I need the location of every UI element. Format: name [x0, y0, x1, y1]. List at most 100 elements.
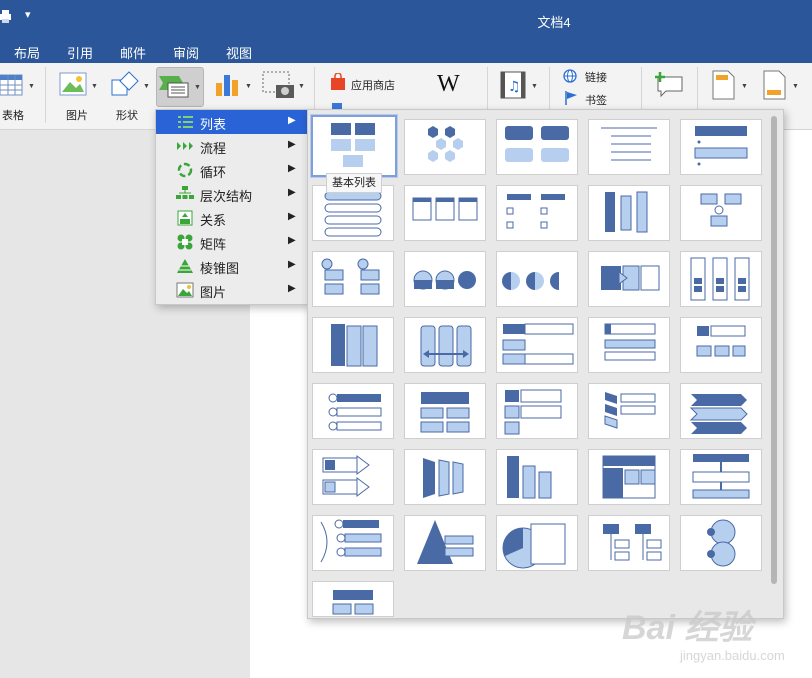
- smartart-layout-thumbnail[interactable]: [312, 251, 394, 307]
- layout-preview-icon: [332, 590, 374, 615]
- matrix-icon: [177, 234, 193, 250]
- list-icon: [178, 116, 193, 128]
- tab-mailings[interactable]: 邮件: [120, 43, 146, 62]
- menu-item-cycle[interactable]: 循环 ▶: [156, 158, 308, 182]
- layout-preview-icon: [700, 193, 742, 227]
- smartart-layout-thumbnail[interactable]: [404, 185, 486, 241]
- smartart-layout-thumbnail[interactable]: [404, 449, 486, 505]
- menu-item-pyramid[interactable]: 棱锥图 ▶: [156, 254, 308, 278]
- gallery-scrollbar[interactable]: [771, 116, 777, 584]
- smartart-icon: [159, 76, 189, 98]
- smartart-layout-thumbnail[interactable]: [496, 251, 578, 307]
- chart-icon: [216, 75, 238, 96]
- bookmark-label: 书签: [585, 95, 607, 107]
- chevron-down-icon: ▼: [298, 83, 305, 90]
- layout-preview-icon: [506, 194, 565, 229]
- menu-item-label: 循环: [200, 165, 227, 180]
- smartart-layout-thumbnail[interactable]: [312, 317, 394, 373]
- footer-icon[interactable]: [763, 70, 787, 100]
- layout-preview-icon: [601, 127, 657, 161]
- submenu-arrow-icon: ▶: [288, 139, 296, 150]
- layout-preview-icon: [504, 389, 562, 435]
- smartart-layout-thumbnail[interactable]: [496, 185, 578, 241]
- watermark-logo: Bai 经验: [622, 609, 753, 647]
- globe-link-icon: [563, 69, 577, 83]
- smartart-layout-thumbnail[interactable]: [404, 119, 486, 175]
- menu-item-relationship[interactable]: 关系 ▶: [156, 206, 308, 230]
- smartart-layout-thumbnail[interactable]: [404, 317, 486, 373]
- header-icon[interactable]: [712, 70, 736, 100]
- smartart-layout-thumbnail[interactable]: [680, 251, 762, 307]
- smartart-layout-thumbnail[interactable]: [588, 251, 670, 307]
- smartart-layout-thumbnail[interactable]: [404, 515, 486, 571]
- smartart-layout-thumbnail[interactable]: [680, 119, 762, 175]
- layout-preview-icon: [331, 324, 378, 367]
- smartart-layout-thumbnail[interactable]: [680, 185, 762, 241]
- picture-icon: [59, 72, 87, 96]
- layout-preview-icon: [696, 325, 746, 357]
- process-icon: [177, 142, 193, 150]
- svg-text:♫: ♫: [508, 79, 521, 95]
- menu-item-picture[interactable]: 图片 ▶: [156, 278, 308, 302]
- smartart-layout-thumbnail[interactable]: [312, 185, 394, 241]
- layout-preview-icon: [321, 258, 380, 295]
- smartart-layout-thumbnail[interactable]: [312, 383, 394, 439]
- tab-view[interactable]: 视图: [226, 43, 252, 62]
- smartart-layout-thumbnail[interactable]: [496, 449, 578, 505]
- menu-item-list[interactable]: 列表 ▶: [156, 110, 308, 134]
- smartart-layout-thumbnail[interactable]: [588, 449, 670, 505]
- menu-item-label: 关系: [200, 213, 227, 228]
- menu-item-process[interactable]: 流程 ▶: [156, 134, 308, 158]
- menu-item-label: 矩阵: [200, 237, 227, 252]
- smartart-layout-thumbnail[interactable]: [404, 251, 486, 307]
- smartart-layout-thumbnail[interactable]: [312, 515, 394, 571]
- smartart-layout-thumbnail[interactable]: [496, 515, 578, 571]
- smartart-layout-thumbnail[interactable]: [588, 185, 670, 241]
- smartart-layout-thumbnail[interactable]: [588, 119, 670, 175]
- smartart-layout-thumbnail[interactable]: [312, 581, 394, 617]
- smartart-layout-thumbnail[interactable]: [588, 515, 670, 571]
- title-bar: ▾ 文档4: [0, 0, 812, 40]
- smartart-layout-thumbnail[interactable]: [588, 383, 670, 439]
- layout-preview-icon: [604, 323, 656, 361]
- smartart-layout-thumbnail[interactable]: [404, 383, 486, 439]
- smartart-layout-thumbnail[interactable]: [588, 317, 670, 373]
- tab-references[interactable]: 引用: [67, 43, 93, 62]
- link-label: 链接: [585, 72, 607, 84]
- menu-item-label: 流程: [200, 141, 227, 156]
- picture-icon: [176, 282, 194, 298]
- smartart-layout-basic-list[interactable]: [311, 115, 397, 177]
- smartart-layout-thumbnail[interactable]: [496, 317, 578, 373]
- chevron-down-icon: ▼: [143, 83, 150, 90]
- submenu-arrow-icon: ▶: [288, 187, 296, 198]
- menu-item-matrix[interactable]: 矩阵 ▶: [156, 230, 308, 254]
- submenu-arrow-icon: ▶: [288, 163, 296, 174]
- submenu-arrow-icon: ▶: [288, 211, 296, 222]
- layout-preview-icon: [507, 456, 552, 499]
- smartart-button[interactable]: ▼: [156, 67, 204, 107]
- menu-item-label: 层次结构: [200, 189, 253, 204]
- new-comment-icon[interactable]: [654, 71, 684, 97]
- bookmark-flag-icon: [565, 91, 577, 105]
- layout-preview-icon: [324, 191, 382, 237]
- tab-layout[interactable]: 布局: [14, 43, 40, 62]
- smartart-layout-thumbnail[interactable]: [680, 383, 762, 439]
- smartart-layout-thumbnail[interactable]: [680, 449, 762, 505]
- smartart-layout-thumbnail[interactable]: [496, 119, 578, 175]
- layout-preview-icon: [413, 270, 476, 290]
- shapes-label: 形状: [116, 110, 138, 122]
- layout-preview-icon: [412, 197, 478, 221]
- chevron-down-icon: ▼: [28, 83, 35, 90]
- table-label: 表格: [2, 110, 24, 122]
- smartart-layout-thumbnail[interactable]: [680, 515, 762, 571]
- layout-preview-icon: [502, 323, 574, 365]
- wikipedia-icon[interactable]: W: [437, 71, 460, 98]
- smartart-layout-thumbnail[interactable]: [680, 317, 762, 373]
- smartart-layout-thumbnail[interactable]: [312, 449, 394, 505]
- screenshot-icon: [262, 71, 294, 98]
- layout-preview-icon: [322, 455, 370, 497]
- cycle-icon: [177, 162, 193, 178]
- tab-review[interactable]: 审阅: [173, 43, 199, 62]
- smartart-layout-thumbnail[interactable]: [496, 383, 578, 439]
- menu-item-hierarchy[interactable]: 层次结构 ▶: [156, 182, 308, 206]
